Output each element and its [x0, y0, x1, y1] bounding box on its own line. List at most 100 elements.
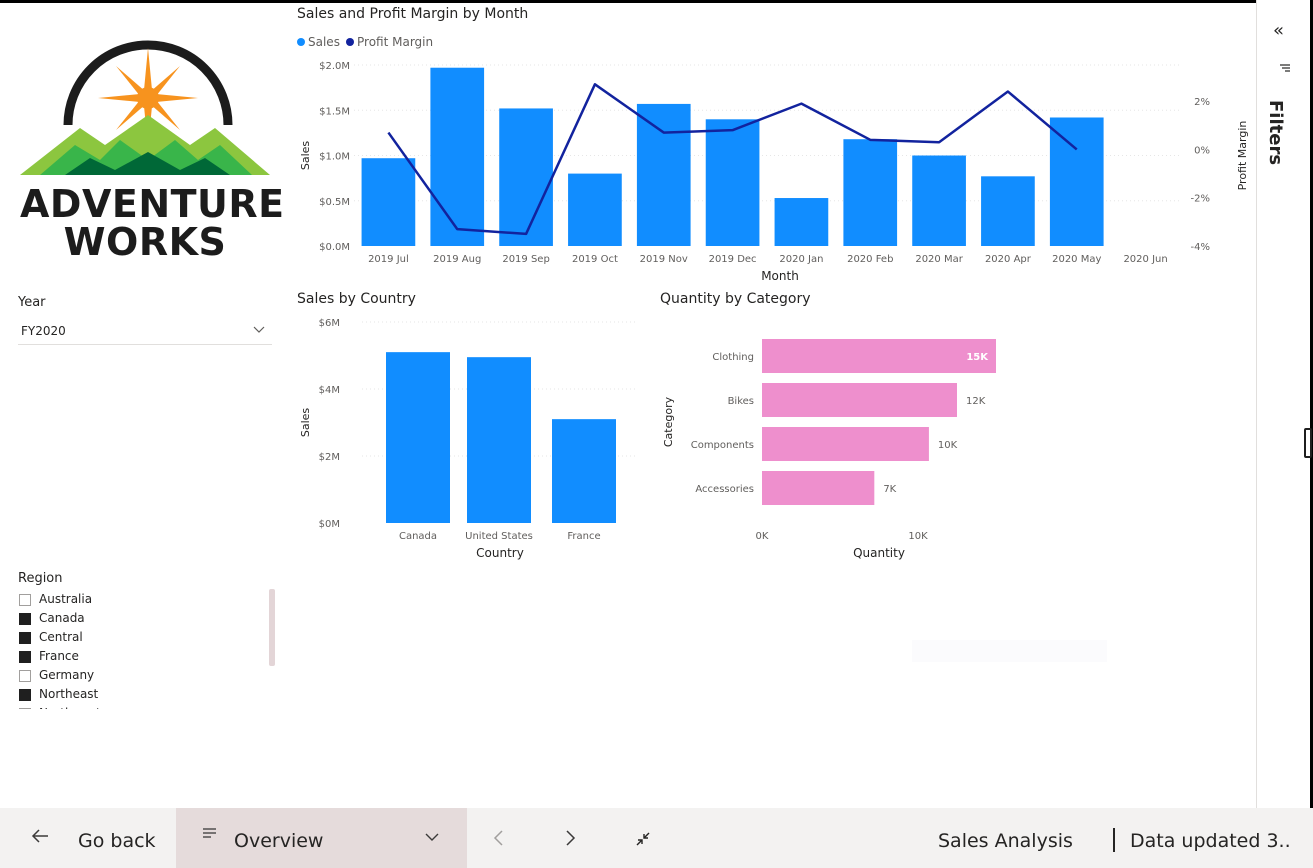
region-option-label: France: [39, 649, 79, 663]
legend-label-sales: Sales: [308, 35, 340, 49]
bar-quantity: [762, 383, 957, 417]
bar-sales: [361, 158, 416, 246]
region-option[interactable]: Central: [18, 629, 268, 648]
x-tick-label: 2019 Jul: [368, 254, 409, 265]
adventure-works-logo: ADVENTURE WORKS: [20, 20, 284, 265]
bar-sales: [636, 103, 691, 246]
bar-quantity: [762, 427, 929, 461]
bar-sales: [705, 119, 760, 246]
y-tick-label: $1.5M: [319, 106, 350, 117]
bar-sales-country: [467, 357, 531, 523]
region-option[interactable]: France: [18, 648, 268, 667]
checkbox[interactable]: [19, 632, 31, 644]
y2-tick-label: 0%: [1194, 145, 1210, 156]
arrow-left-icon: [30, 826, 50, 851]
y-tick-label: $0M: [319, 519, 340, 530]
y-tick-label: $4M: [319, 385, 340, 396]
region-option-label: Northeast: [39, 687, 99, 701]
filter-icon: [1279, 62, 1291, 78]
x-tick-label: 2019 Sep: [502, 254, 549, 265]
region-option[interactable]: Northwest: [18, 705, 268, 709]
region-option-label: Australia: [39, 592, 93, 606]
filters-pane[interactable]: « Filters: [1256, 0, 1310, 808]
x-axis-title: Country: [476, 546, 524, 560]
chart-title-quantity-category: Quantity by Category: [660, 291, 811, 307]
region-option[interactable]: Germany: [18, 667, 268, 686]
bar-sales: [981, 176, 1035, 246]
region-list-scrollbar[interactable]: [269, 589, 275, 666]
sales-country-chart[interactable]: $0M $2M $4M $6M Sales Country Canada United Sta…: [292, 310, 642, 566]
fit-to-page-icon[interactable]: [634, 830, 652, 852]
bar-quantity: [762, 471, 875, 505]
y-tick-label: Bikes: [728, 396, 754, 407]
report-name: Sales Analysis: [938, 830, 1073, 852]
page-list-icon: [202, 826, 218, 846]
chart-title-sales-country: Sales by Country: [297, 291, 416, 307]
year-slicer-title: Year: [18, 295, 46, 310]
checkbox[interactable]: [19, 689, 31, 701]
data-label: 15K: [966, 352, 989, 363]
x-tick-label: United States: [465, 531, 533, 542]
y-tick-label: $1.0M: [319, 152, 350, 163]
quantity-category-chart[interactable]: Category Quantity 0K 10K Clothing 15K Bikes 12K…: [655, 310, 1015, 566]
y-tick-label: $0.0M: [319, 242, 350, 253]
checkbox[interactable]: [19, 708, 31, 709]
sales-margin-chart[interactable]: Sales Profit Margin $0.0M $0.5M $1.0M $1.5M $2…: [292, 28, 1252, 290]
x-tick-label: 2019 Dec: [709, 254, 757, 265]
resize-handle[interactable]: [1304, 428, 1312, 458]
y-tick-label: Clothing: [712, 352, 754, 363]
y-axis-title: Sales: [299, 141, 312, 171]
region-option-label: Canada: [39, 611, 85, 625]
x-tick-label: 2019 Oct: [572, 254, 618, 265]
chevron-down-icon: [252, 323, 266, 340]
x-tick-label: 2019 Aug: [433, 254, 481, 265]
y2-axis-title: Profit Margin: [1236, 121, 1249, 191]
region-option[interactable]: Canada: [18, 610, 268, 629]
y2-tick-label: 2%: [1194, 97, 1210, 108]
bar-sales-country: [552, 419, 616, 523]
collapse-chevrons-icon[interactable]: «: [1273, 20, 1284, 41]
logo-wordmark-line2: WORKS: [63, 220, 227, 264]
checkbox[interactable]: [19, 670, 31, 682]
data-label: 10K: [938, 440, 958, 451]
region-slicer-title: Region: [18, 571, 63, 586]
y-axis-title: Category: [662, 396, 675, 447]
region-option-label: Northwest: [39, 706, 101, 709]
region-option[interactable]: Australia: [18, 591, 268, 610]
checkbox[interactable]: [19, 613, 31, 625]
page-selector-dropdown[interactable]: Overview: [176, 808, 467, 868]
data-updated-status: Data updated 3...: [1130, 830, 1290, 852]
bar-quantity: [762, 339, 996, 373]
bar-sales: [430, 67, 485, 246]
bar-sales: [1049, 117, 1104, 247]
go-back-button[interactable]: Go back: [0, 808, 176, 868]
checkbox[interactable]: [19, 651, 31, 663]
year-dropdown[interactable]: FY2020: [18, 320, 272, 345]
legend-label-margin: Profit Margin: [357, 35, 433, 49]
bar-sales: [568, 173, 622, 246]
y-tick-label: Components: [691, 440, 754, 451]
chart-title-sales-margin: Sales and Profit Margin by Month: [297, 6, 529, 22]
y-tick-label: $0.5M: [319, 197, 350, 208]
filters-pane-label[interactable]: Filters: [1265, 100, 1286, 165]
page-selector-label: Overview: [234, 830, 324, 852]
previous-page-button[interactable]: [492, 828, 506, 852]
y-tick-label: $2.0M: [319, 61, 350, 72]
region-option-label: Germany: [39, 668, 95, 682]
bar-sales-country: [386, 352, 450, 523]
data-label: 7K: [883, 484, 896, 495]
x-tick-label: 2020 Apr: [985, 254, 1032, 265]
data-label: 12K: [966, 396, 986, 407]
checkbox[interactable]: [19, 594, 31, 606]
chevron-down-icon: [424, 829, 440, 849]
bottom-navigation-bar: Go back Overview Sales Analysis Data upd…: [0, 808, 1313, 868]
x-tick-label: 2020 May: [1052, 254, 1101, 265]
region-option[interactable]: Northeast: [18, 686, 268, 705]
bar-sales: [912, 155, 966, 246]
bar-sales: [843, 139, 898, 246]
bar-sales: [774, 198, 829, 246]
legend-marker-sales: [297, 38, 305, 46]
region-list: Australia Canada Central France Germany North…: [18, 591, 268, 709]
go-back-label: Go back: [78, 830, 156, 852]
next-page-button[interactable]: [563, 828, 577, 852]
